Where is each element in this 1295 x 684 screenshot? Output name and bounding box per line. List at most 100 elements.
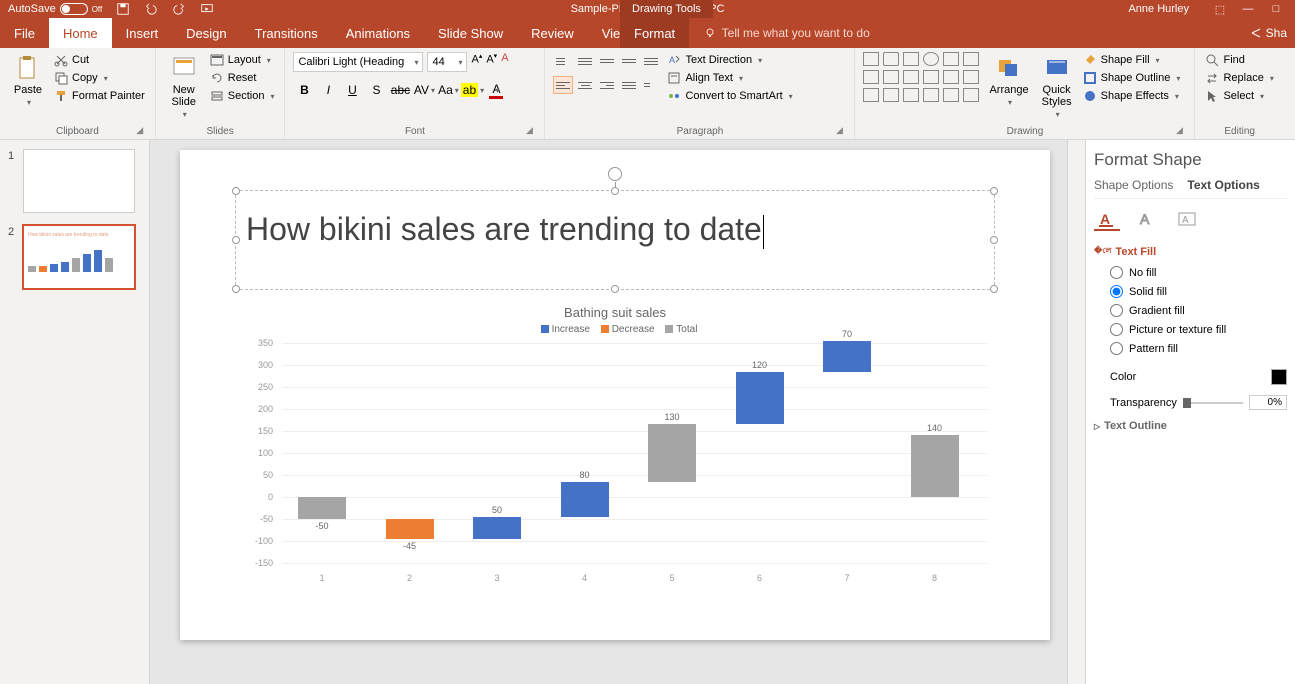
change-case-button[interactable]: Aa▾ [437, 80, 459, 100]
fill-picture-radio[interactable]: Picture or texture fill [1110, 323, 1287, 336]
bullets-button[interactable] [553, 52, 573, 70]
paragraph-launcher-icon[interactable]: ◢ [834, 125, 844, 135]
thumbnail-1[interactable]: 1 [8, 150, 141, 212]
color-picker[interactable] [1271, 369, 1287, 385]
new-slide-button[interactable]: New Slide▾ [164, 52, 204, 121]
resize-handle-bl[interactable] [232, 285, 240, 293]
tab-slideshow[interactable]: Slide Show [424, 18, 517, 48]
bar-7[interactable]: 70 [818, 343, 876, 563]
justify-button[interactable] [619, 76, 639, 94]
rotate-handle[interactable] [608, 167, 622, 181]
resize-handle-tr[interactable] [990, 187, 998, 195]
bar-1[interactable]: -50 [293, 343, 351, 563]
align-left-button[interactable] [553, 76, 573, 94]
tab-review[interactable]: Review [517, 18, 588, 48]
font-size-combo[interactable]: 44▾ [427, 52, 467, 72]
title-placeholder[interactable]: How bikini sales are trending to date [235, 190, 995, 290]
columns-button[interactable] [641, 76, 661, 94]
font-launcher-icon[interactable]: ◢ [524, 125, 534, 135]
resize-handle-bm[interactable] [611, 285, 619, 293]
fill-pattern-radio[interactable]: Pattern fill [1110, 342, 1287, 355]
clear-formatting-button[interactable]: A [501, 52, 508, 72]
shape-fill-button[interactable]: Shape Fill▾ [1081, 52, 1183, 68]
fill-solid-radio[interactable]: Solid fill [1110, 285, 1287, 298]
save-icon[interactable] [116, 2, 130, 16]
text-fill-outline-icon[interactable]: A [1094, 209, 1120, 231]
arrange-button[interactable]: Arrange▾ [985, 52, 1032, 109]
underline-button[interactable]: U [341, 80, 363, 100]
tab-format[interactable]: Format [620, 18, 689, 48]
resize-handle-br[interactable] [990, 285, 998, 293]
bar-5[interactable]: 130 [643, 343, 701, 563]
fill-gradient-radio[interactable]: Gradient fill [1110, 304, 1287, 317]
bar-6[interactable]: 120 [731, 343, 789, 563]
maximize-icon[interactable]: □ [1265, 3, 1287, 16]
slide-canvas[interactable]: How bikini sales are trending to date Ba… [150, 140, 1067, 684]
decrease-indent-button[interactable] [597, 52, 617, 70]
undo-icon[interactable] [144, 2, 158, 16]
font-color-button[interactable]: A▾ [485, 80, 507, 100]
bar-2[interactable]: -45 [381, 343, 439, 563]
select-button[interactable]: Select▾ [1203, 88, 1275, 104]
waterfall-chart[interactable]: Bathing suit sales Increase Decrease Tot… [235, 305, 995, 615]
paste-button[interactable]: Paste▾ [8, 52, 48, 109]
replace-button[interactable]: Replace▾ [1203, 70, 1275, 86]
find-button[interactable]: Find [1203, 52, 1275, 68]
start-from-beginning-icon[interactable] [200, 2, 214, 16]
align-text-button[interactable]: Align Text▾ [665, 70, 794, 86]
line-spacing-button[interactable] [641, 52, 661, 70]
format-painter-button[interactable]: Format Painter [52, 88, 147, 104]
shape-outline-button[interactable]: Shape Outline▾ [1081, 70, 1183, 86]
text-outline-section[interactable]: ▷Text Outline [1094, 420, 1287, 432]
strikethrough-button[interactable]: abc [389, 80, 411, 100]
autosave-pill[interactable] [60, 3, 88, 15]
char-spacing-button[interactable]: AV▾ [413, 80, 435, 100]
layout-button[interactable]: Layout▾ [208, 52, 277, 68]
shapes-gallery[interactable] [863, 52, 981, 104]
italic-button[interactable]: I [317, 80, 339, 100]
increase-indent-button[interactable] [619, 52, 639, 70]
grow-font-button[interactable]: A▴ [471, 52, 482, 72]
tell-me-search[interactable]: Tell me what you want to do [704, 18, 870, 48]
shrink-font-button[interactable]: A▾ [486, 52, 497, 72]
resize-handle-tl[interactable] [232, 187, 240, 195]
thumbnail-2[interactable]: 2 How bikini sales are trending to date [8, 226, 141, 288]
bar-3[interactable]: 50 [468, 343, 526, 563]
clipboard-launcher-icon[interactable]: ◢ [135, 125, 145, 135]
highlight-button[interactable]: ab▾ [461, 80, 483, 100]
shape-effects-button[interactable]: Shape Effects▾ [1081, 88, 1183, 104]
tab-animations[interactable]: Animations [332, 18, 424, 48]
tab-insert[interactable]: Insert [112, 18, 173, 48]
title-text[interactable]: How bikini sales are trending to date [236, 191, 994, 269]
resize-handle-ml[interactable] [232, 236, 240, 244]
ribbon-display-icon[interactable]: ⬚ [1209, 3, 1231, 16]
pane-tab-text-options[interactable]: Text Options [1187, 178, 1259, 198]
bold-button[interactable]: B [293, 80, 315, 100]
tab-design[interactable]: Design [172, 18, 240, 48]
resize-handle-mr[interactable] [990, 236, 998, 244]
tab-home[interactable]: Home [49, 18, 112, 48]
copy-button[interactable]: Copy▾ [52, 70, 147, 86]
align-right-button[interactable] [597, 76, 617, 94]
section-button[interactable]: Section▾ [208, 88, 277, 104]
drawing-launcher-icon[interactable]: ◢ [1174, 125, 1184, 135]
quick-styles-button[interactable]: Quick Styles▾ [1037, 52, 1077, 121]
text-effects-icon[interactable]: A [1134, 209, 1160, 231]
shadow-button[interactable]: S [365, 80, 387, 100]
font-name-combo[interactable]: Calibri Light (Heading▾ [293, 52, 423, 72]
pane-tab-shape-options[interactable]: Shape Options [1094, 178, 1173, 198]
align-center-button[interactable] [575, 76, 595, 94]
redo-icon[interactable] [172, 2, 186, 16]
bar-4[interactable]: 80 [556, 343, 614, 563]
reset-button[interactable]: Reset [208, 70, 277, 86]
resize-handle-tm[interactable] [611, 187, 619, 195]
text-fill-section[interactable]: �লেText Fill [1094, 245, 1287, 258]
vertical-scrollbar[interactable] [1067, 140, 1085, 684]
share-button[interactable]: Sha [1242, 18, 1295, 48]
transparency-value[interactable]: 0% [1249, 395, 1287, 410]
bar-8[interactable]: 140 [906, 343, 964, 563]
user-name[interactable]: Anne Hurley [1128, 3, 1189, 15]
convert-smartart-button[interactable]: Convert to SmartArt▾ [665, 88, 794, 104]
numbering-button[interactable] [575, 52, 595, 70]
minimize-icon[interactable]: — [1237, 3, 1259, 16]
